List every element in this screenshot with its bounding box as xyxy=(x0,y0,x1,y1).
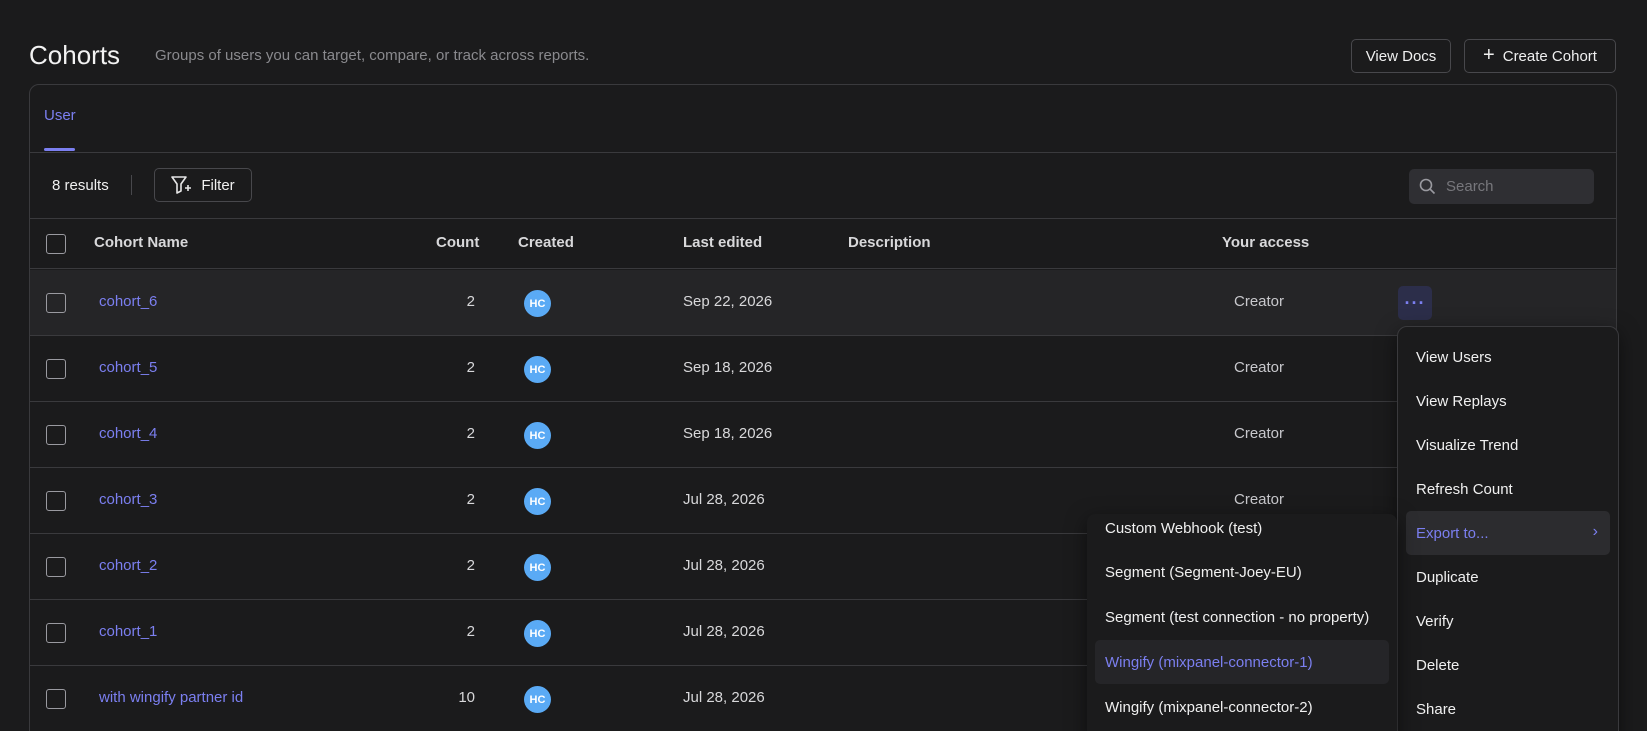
row-checkbox[interactable] xyxy=(46,557,66,577)
export-submenu: Custom Webhook (test) Segment (Segment-J… xyxy=(1087,514,1397,731)
access-level: Creator xyxy=(1234,359,1285,376)
table-row[interactable]: cohort_5 2 HC Sep 18, 2026 Creator xyxy=(30,336,1616,402)
tab-user[interactable]: User xyxy=(44,107,76,124)
create-cohort-button[interactable]: + Create Cohort xyxy=(1464,39,1616,73)
last-edited-date: Jul 28, 2026 xyxy=(683,491,765,508)
filter-label: Filter xyxy=(201,176,235,194)
search-input[interactable] xyxy=(1446,178,1586,195)
col-last-edited[interactable]: Last edited xyxy=(683,234,762,251)
export-item-custom-webhook[interactable]: Custom Webhook (test) xyxy=(1095,514,1389,550)
page-subtitle: Groups of users you can target, compare,… xyxy=(155,47,590,64)
col-count[interactable]: Count xyxy=(436,234,479,251)
table-toolbar: 8 results Filter xyxy=(30,153,1616,219)
last-edited-date: Jul 28, 2026 xyxy=(683,623,765,640)
last-edited-date: Sep 22, 2026 xyxy=(683,293,773,310)
last-edited-date: Sep 18, 2026 xyxy=(683,359,773,376)
access-level: Creator xyxy=(1234,425,1285,442)
avatar: HC xyxy=(524,620,551,647)
row-checkbox[interactable] xyxy=(46,293,66,313)
menu-item-duplicate[interactable]: Duplicate xyxy=(1406,555,1610,599)
cohort-count: 2 xyxy=(466,623,475,640)
chevron-right-icon: › xyxy=(1592,523,1598,540)
row-checkbox[interactable] xyxy=(46,491,66,511)
cohort-count: 2 xyxy=(466,425,475,442)
cohort-count: 10 xyxy=(458,689,475,706)
view-docs-button[interactable]: View Docs xyxy=(1351,39,1451,73)
avatar: HC xyxy=(524,422,551,449)
table-header: Cohort Name Count Created Last edited De… xyxy=(30,219,1616,269)
plus-icon: + xyxy=(1483,44,1495,66)
more-actions-button[interactable]: ··· xyxy=(1398,286,1432,320)
cohort-name-link[interactable]: cohort_3 xyxy=(99,491,157,508)
cohort-count: 2 xyxy=(466,359,475,376)
avatar: HC xyxy=(524,356,551,383)
row-actions-menu: View Users View Replays Visualize Trend … xyxy=(1397,326,1619,731)
last-edited-date: Jul 28, 2026 xyxy=(683,689,765,706)
filter-button[interactable]: Filter xyxy=(154,168,252,202)
cohort-name-link[interactable]: cohort_6 xyxy=(99,293,157,310)
menu-item-export-to[interactable]: Export to... › xyxy=(1406,511,1610,555)
avatar: HC xyxy=(524,488,551,515)
cohort-count: 2 xyxy=(466,491,475,508)
export-item-segment-test[interactable]: Segment (test connection - no property) xyxy=(1095,595,1389,639)
view-docs-label: View Docs xyxy=(1365,47,1437,65)
cohort-count: 2 xyxy=(466,293,475,310)
col-your-access[interactable]: Your access xyxy=(1222,234,1309,251)
avatar: HC xyxy=(524,290,551,317)
export-item-segment-joey-eu[interactable]: Segment (Segment-Joey-EU) xyxy=(1095,550,1389,594)
ellipsis-icon: ··· xyxy=(1404,292,1426,313)
search-box[interactable] xyxy=(1409,169,1594,204)
cohort-name-link[interactable]: with wingify partner id xyxy=(99,689,243,706)
results-count: 8 results xyxy=(52,177,109,194)
cohort-name-link[interactable]: cohort_1 xyxy=(99,623,157,640)
filter-icon xyxy=(171,176,192,194)
col-created[interactable]: Created xyxy=(518,234,574,251)
row-checkbox[interactable] xyxy=(46,359,66,379)
access-level: Creator xyxy=(1234,491,1285,508)
avatar: HC xyxy=(524,554,551,581)
row-checkbox[interactable] xyxy=(46,689,66,709)
search-icon xyxy=(1419,178,1436,195)
col-cohort-name[interactable]: Cohort Name xyxy=(94,234,188,251)
menu-item-verify[interactable]: Verify xyxy=(1406,599,1610,643)
tab-active-indicator xyxy=(44,148,75,151)
menu-item-view-users[interactable]: View Users xyxy=(1406,335,1610,379)
select-all-checkbox[interactable] xyxy=(46,234,66,254)
cohort-count: 2 xyxy=(466,557,475,574)
menu-item-visualize-trend[interactable]: Visualize Trend xyxy=(1406,423,1610,467)
col-description[interactable]: Description xyxy=(848,234,931,251)
page-title: Cohorts xyxy=(29,40,121,70)
menu-item-refresh-count[interactable]: Refresh Count xyxy=(1406,467,1610,511)
row-checkbox[interactable] xyxy=(46,623,66,643)
last-edited-date: Sep 18, 2026 xyxy=(683,425,773,442)
cohort-name-link[interactable]: cohort_2 xyxy=(99,557,157,574)
menu-item-share[interactable]: Share xyxy=(1406,687,1610,731)
create-cohort-label: Create Cohort xyxy=(1502,47,1597,65)
export-item-wingify-2[interactable]: Wingify (mixpanel-connector-2) xyxy=(1095,685,1389,729)
table-row[interactable]: cohort_6 2 HC Sep 22, 2026 Creator ··· xyxy=(30,270,1616,336)
export-to-label: Export to... xyxy=(1416,524,1489,542)
last-edited-date: Jul 28, 2026 xyxy=(683,557,765,574)
row-checkbox[interactable] xyxy=(46,425,66,445)
avatar: HC xyxy=(524,686,551,713)
cohort-name-link[interactable]: cohort_4 xyxy=(99,425,157,442)
toolbar-divider xyxy=(131,175,132,195)
tab-bar: User xyxy=(30,85,1616,153)
menu-item-delete[interactable]: Delete xyxy=(1406,643,1610,687)
menu-item-view-replays[interactable]: View Replays xyxy=(1406,379,1610,423)
table-row[interactable]: cohort_4 2 HC Sep 18, 2026 Creator xyxy=(30,402,1616,468)
cohort-name-link[interactable]: cohort_5 xyxy=(99,359,157,376)
export-item-wingify-1[interactable]: Wingify (mixpanel-connector-1) xyxy=(1095,640,1389,684)
access-level: Creator xyxy=(1234,293,1285,310)
